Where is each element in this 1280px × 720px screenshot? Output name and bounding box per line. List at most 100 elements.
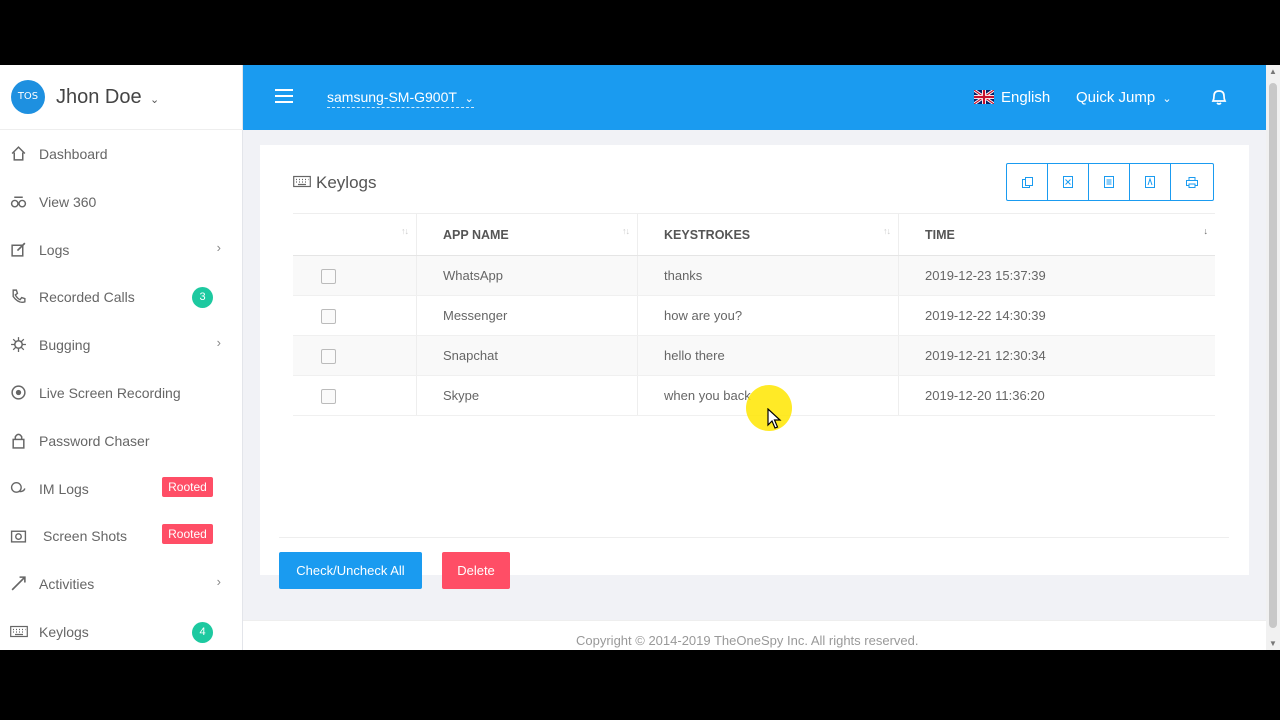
rooted-badge: Rooted — [162, 476, 213, 497]
row-checkbox-cell — [293, 335, 417, 376]
excel-export-button[interactable] — [1048, 164, 1089, 200]
quick-jump-dropdown[interactable]: Quick Jump ⌄ — [1076, 89, 1172, 106]
copy-button[interactable] — [1007, 164, 1048, 200]
sidebar-item-logs[interactable]: Logs › — [0, 226, 243, 274]
copy-icon — [1021, 176, 1033, 188]
pdf-export-button[interactable] — [1130, 164, 1171, 200]
time-cell: 2019-12-21 12:30:34 — [898, 335, 1215, 376]
chat-icon — [10, 481, 26, 493]
column-header-select[interactable]: ↑↓ — [293, 213, 417, 256]
csv-export-button[interactable] — [1089, 164, 1130, 200]
sort-icon[interactable]: ↑↓ — [883, 226, 891, 236]
chevron-down-icon[interactable]: ⌄ — [150, 93, 159, 106]
top-bar: samsung-SM-G900T ⌄ English Quick Jump ⌄ — [243, 65, 1266, 130]
sidebar-item-keylogs[interactable]: Keylogs 4 — [0, 608, 243, 650]
keystrokes-cell: how are you? — [637, 295, 899, 336]
sidebar-item-label: Dashboard — [39, 146, 108, 162]
edit-icon — [11, 242, 26, 257]
count-badge: 3 — [192, 287, 213, 309]
rooted-badge: Rooted — [162, 524, 213, 545]
sidebar: TOS Jhon Doe ⌄ Dashboard View 360 Logs ›… — [0, 65, 243, 650]
sidebar-item-im-logs[interactable]: IM Logs Rooted — [0, 465, 243, 513]
keyboard-icon — [10, 625, 28, 638]
row-checkbox[interactable] — [321, 388, 336, 404]
device-name: samsung-SM-G900T — [327, 89, 457, 105]
sidebar-item-label: Recorded Calls — [39, 289, 135, 306]
table-header-row: ↑↓ APP NAME ↑↓ KEYSTROKES ↑↓ TIME ↓ — [293, 213, 1215, 256]
file-text-icon — [1104, 176, 1114, 188]
time-cell: 2019-12-22 14:30:39 — [898, 295, 1215, 336]
keylogs-table: ↑↓ APP NAME ↑↓ KEYSTROKES ↑↓ TIME ↓ WhatsAp… — [293, 213, 1215, 416]
sidebar-item-dashboard[interactable]: Dashboard — [0, 130, 243, 178]
pdf-file-icon — [1145, 176, 1155, 188]
sidebar-item-label: Keylogs — [39, 623, 89, 640]
app-name-cell: Snapchat — [416, 335, 638, 376]
sidebar-item-label: Logs — [39, 241, 70, 258]
sidebar-item-label: Screen Shots — [43, 528, 128, 545]
sidebar-nav: Dashboard View 360 Logs › Recorded Calls… — [0, 130, 243, 650]
chevron-right-icon: › — [216, 335, 221, 351]
row-checkbox-cell — [293, 295, 417, 336]
keyboard-icon — [293, 175, 311, 188]
chevron-right-icon: › — [216, 574, 221, 590]
language-selector[interactable]: English — [1001, 89, 1050, 106]
sidebar-item-recorded-calls[interactable]: Recorded Calls 3 — [0, 273, 243, 321]
device-selector[interactable]: samsung-SM-G900T ⌄ — [327, 89, 474, 108]
mouse-cursor-icon — [767, 408, 782, 429]
sidebar-item-view-360[interactable]: View 360 — [0, 178, 243, 226]
activity-icon — [11, 576, 26, 591]
bug-icon — [11, 337, 26, 353]
scroll-thumb[interactable] — [1269, 83, 1277, 628]
row-checkbox[interactable] — [321, 268, 336, 284]
export-button-group — [1006, 163, 1214, 201]
row-checkbox[interactable] — [321, 348, 336, 364]
delete-button[interactable]: Delete — [442, 552, 510, 589]
sidebar-item-label: View 360 — [39, 193, 97, 210]
scroll-up-arrow-icon[interactable]: ▲ — [1266, 67, 1280, 76]
keystrokes-cell: thanks — [637, 255, 899, 296]
app-name-cell: WhatsApp — [416, 255, 638, 296]
row-checkbox-cell — [293, 255, 417, 296]
keylogs-card: Keylogs ↑↓ APP NAME ↑↓ KEYSTROKES ↑↓ TIM… — [260, 145, 1249, 589]
print-icon — [1186, 176, 1198, 188]
sort-desc-icon[interactable]: ↓ — [1204, 226, 1208, 236]
print-button[interactable] — [1171, 164, 1213, 200]
keystrokes-cell: hello there — [637, 335, 899, 376]
check-uncheck-all-button[interactable]: Check/Uncheck All — [279, 552, 422, 589]
user-name[interactable]: Jhon Doe — [56, 86, 142, 109]
scroll-down-arrow-icon[interactable]: ▼ — [1266, 639, 1280, 648]
chevron-right-icon: › — [216, 239, 221, 255]
column-header-app-name[interactable]: APP NAME ↑↓ — [416, 213, 638, 256]
sort-icon[interactable]: ↑↓ — [622, 226, 630, 236]
sidebar-item-bugging[interactable]: Bugging › — [0, 321, 243, 369]
chevron-down-icon: ⌄ — [464, 93, 474, 105]
chevron-down-icon: ⌄ — [1162, 93, 1172, 105]
sidebar-item-password-chaser[interactable]: Password Chaser — [0, 417, 243, 465]
sidebar-item-activities[interactable]: Activities › — [0, 560, 243, 608]
row-checkbox-cell — [293, 375, 417, 416]
avatar[interactable]: TOS — [11, 80, 45, 114]
user-profile[interactable]: TOS Jhon Doe ⌄ — [0, 65, 243, 130]
camera-icon — [10, 530, 27, 543]
table-row: Messenger how are you? 2019-12-22 14:30:… — [293, 295, 1215, 336]
count-badge: 4 — [192, 621, 213, 643]
row-checkbox[interactable] — [321, 308, 336, 324]
time-cell: 2019-12-23 15:37:39 — [898, 255, 1215, 296]
column-header-time[interactable]: TIME ↓ — [898, 213, 1215, 256]
quick-jump-label: Quick Jump — [1076, 89, 1156, 106]
menu-icon[interactable] — [275, 89, 293, 107]
sidebar-item-live-screen-recording[interactable]: Live Screen Recording — [0, 369, 243, 417]
column-header-keystrokes[interactable]: KEYSTROKES ↑↓ — [637, 213, 899, 256]
app-name-cell: Messenger — [416, 295, 638, 336]
sidebar-item-label: Bugging — [39, 337, 91, 354]
sort-icon[interactable]: ↑↓ — [401, 226, 409, 236]
sidebar-item-screen-shots[interactable]: Screen Shots Rooted — [0, 512, 243, 560]
uk-flag-icon[interactable] — [974, 90, 994, 104]
sidebar-item-label: Activities — [39, 576, 95, 593]
sidebar-item-label: Live Screen Recording — [39, 384, 181, 401]
sidebar-item-label: IM Logs — [39, 480, 89, 497]
page-scrollbar[interactable]: ▲ ▼ — [1266, 65, 1280, 650]
excel-file-icon — [1063, 176, 1073, 188]
bell-icon[interactable] — [1209, 87, 1229, 107]
home-icon — [11, 146, 26, 161]
